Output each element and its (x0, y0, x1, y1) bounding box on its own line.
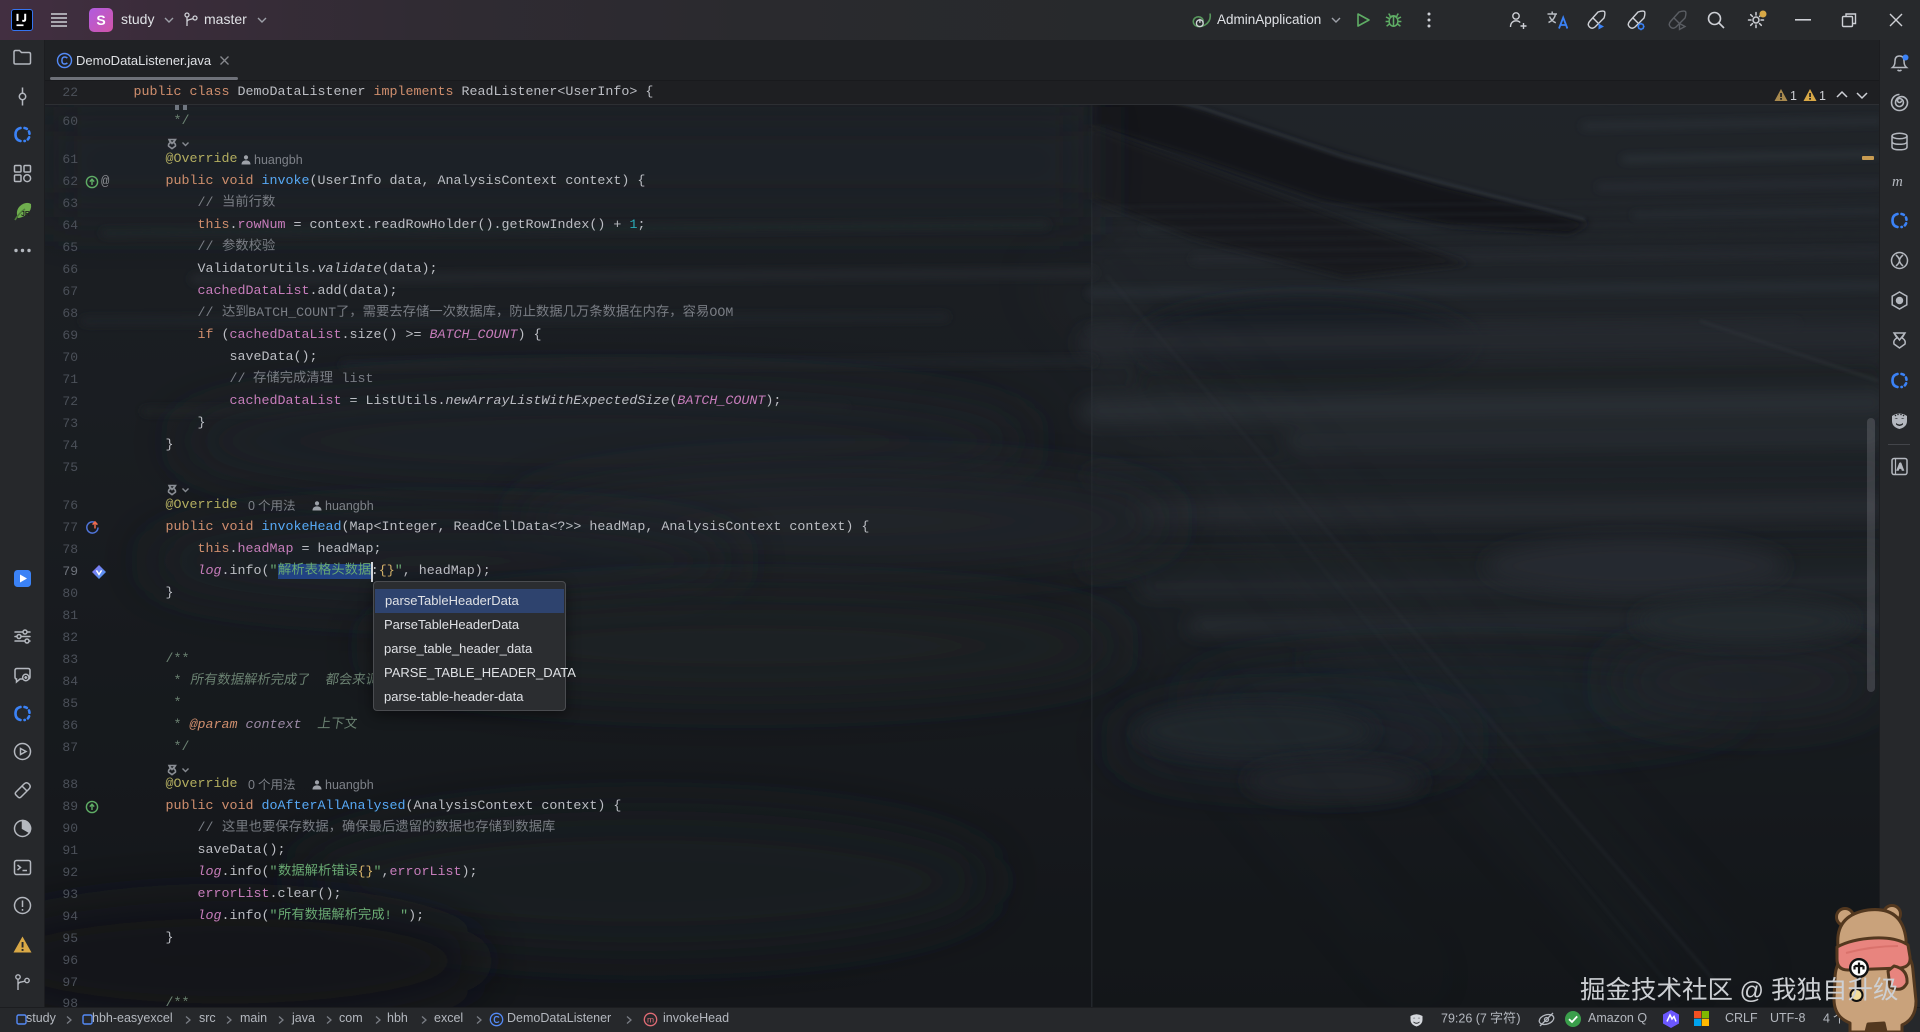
svg-text:JR: JR (21, 211, 30, 218)
svg-text:1: 1 (1819, 89, 1826, 103)
svg-text:m: m (647, 1015, 654, 1025)
svg-text:m: m (1892, 174, 1903, 190)
svg-text:A: A (1897, 462, 1903, 472)
svg-text:1: 1 (1790, 89, 1797, 103)
